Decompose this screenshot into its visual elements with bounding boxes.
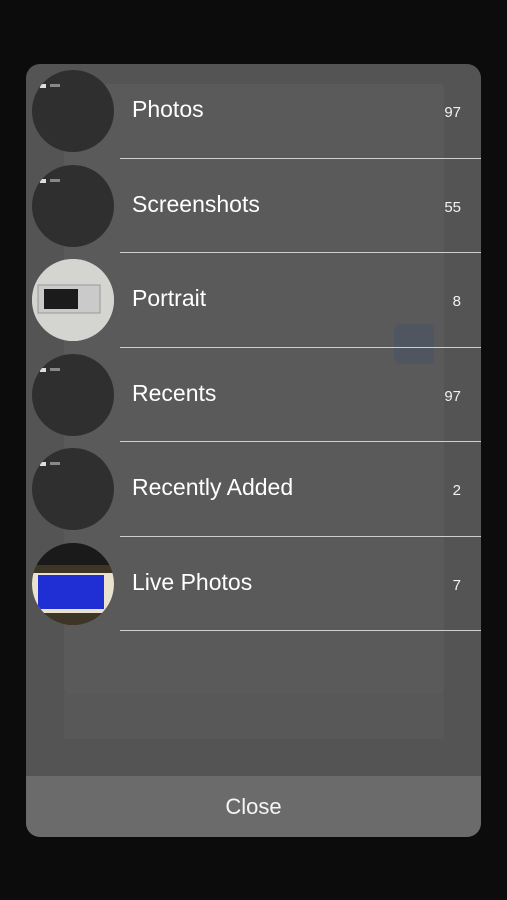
album-thumbnail <box>32 164 114 247</box>
album-picker-sheet: Photos 97 Screenshots 55 Portrait 8 Rece… <box>26 64 481 837</box>
album-row-live-photos[interactable]: Live Photos 7 <box>26 537 481 631</box>
album-name: Live Photos <box>132 568 253 595</box>
album-name: Recently Added <box>132 474 294 500</box>
album-count: 55 <box>444 198 461 216</box>
album-thumbnail <box>32 542 114 625</box>
album-count: 2 <box>452 482 461 499</box>
close-button[interactable]: Close <box>26 776 481 837</box>
close-button-label: Close <box>225 793 282 819</box>
status-bar <box>0 0 507 30</box>
album-row-screenshots[interactable]: Screenshots 55 <box>26 159 481 253</box>
background-ghost-toolbar <box>64 694 444 739</box>
album-name: Photos <box>132 96 204 122</box>
album-thumbnail <box>32 353 114 436</box>
album-row-recently-added[interactable]: Recently Added 2 <box>26 442 481 537</box>
album-count: 7 <box>452 576 461 594</box>
album-thumbnail <box>32 259 114 341</box>
album-name: Screenshots <box>132 190 260 217</box>
row-divider <box>120 630 481 631</box>
album-list: Photos 97 Screenshots 55 Portrait 8 Rece… <box>26 64 481 631</box>
album-thumbnail <box>32 70 114 152</box>
album-row-portrait[interactable]: Portrait 8 <box>26 253 481 348</box>
album-thumbnail <box>32 448 114 530</box>
album-count: 97 <box>444 104 461 121</box>
album-row-photos[interactable]: Photos 97 <box>26 64 481 159</box>
album-count: 8 <box>452 293 461 310</box>
album-row-recents[interactable]: Recents 97 <box>26 348 481 442</box>
album-name: Recents <box>132 379 217 406</box>
album-count: 97 <box>444 387 461 405</box>
album-name: Portrait <box>132 285 207 311</box>
